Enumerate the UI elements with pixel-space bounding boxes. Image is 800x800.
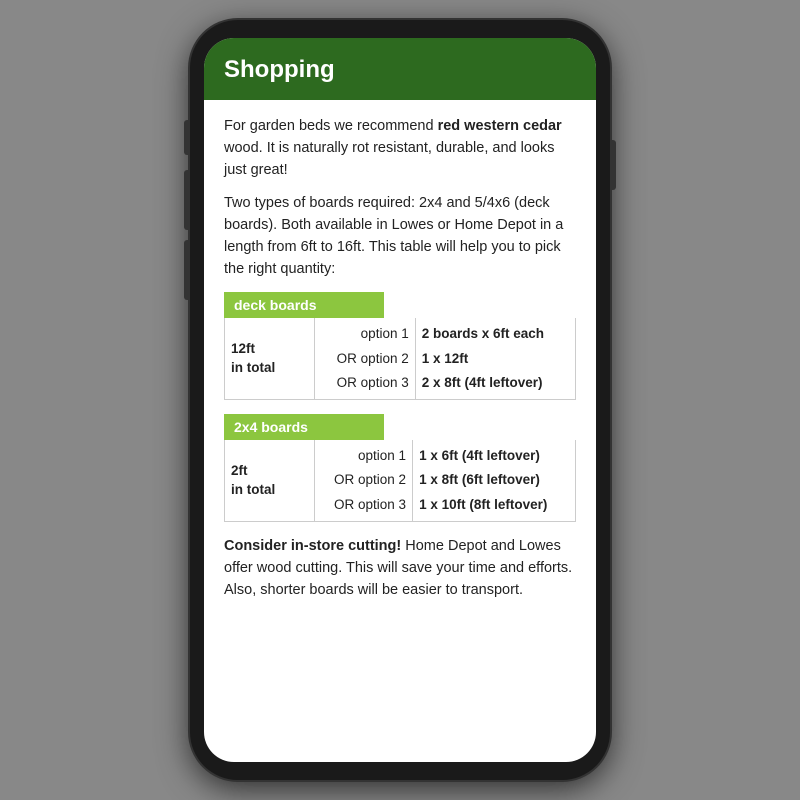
silent-button — [184, 120, 189, 155]
volume-down-button — [184, 240, 189, 300]
volume-up-button — [184, 170, 189, 230]
2x4-option1-value: 1 x 6ft (4ft leftover) — [419, 448, 540, 463]
intro-paragraph-1: For garden beds we recommend red western… — [224, 116, 576, 181]
2x4-boards-options: option 1 OR option 2 OR option 3 — [315, 440, 413, 521]
2x4-option2-label: OR option 2 — [334, 472, 406, 487]
deck-option3-label: OR option 3 — [337, 375, 409, 390]
2x4-option2-value: 1 x 8ft (6ft leftover) — [419, 472, 540, 487]
conclusion-paragraph: Consider in-store cutting! Home Depot an… — [224, 536, 576, 601]
2x4-option1-label: option 1 — [358, 448, 406, 463]
deck-boards-table: 12ft in total option 1 OR option 2 OR op… — [224, 318, 576, 400]
2x4-boards-section: 2x4 boards 2ft in total option 1 OR opti… — [224, 414, 576, 522]
intro-text-end: wood. It is naturally rot resistant, dur… — [224, 140, 554, 178]
content-body: For garden beds we recommend red western… — [204, 100, 596, 762]
power-button — [611, 140, 616, 190]
2x4-boards-values: 1 x 6ft (4ft leftover) 1 x 8ft (6ft left… — [413, 440, 576, 521]
deck-option1-value: 2 boards x 6ft each — [422, 326, 544, 341]
2x4-boards-header: 2x4 boards — [224, 414, 384, 440]
deck-option1-label: option 1 — [361, 326, 409, 341]
phone-frame: Shopping For garden beds we recommend re… — [190, 20, 610, 780]
content-scroll[interactable]: Shopping For garden beds we recommend re… — [204, 38, 596, 762]
deck-boards-section: deck boards 12ft in total option 1 OR op… — [224, 292, 576, 400]
deck-boards-values: 2 boards x 6ft each 1 x 12ft 2 x 8ft (4f… — [415, 318, 575, 399]
2x4-boards-label: 2ft in total — [225, 440, 315, 521]
deck-option2-value: 1 x 12ft — [422, 351, 469, 366]
2x4-option3-label: OR option 3 — [334, 497, 406, 512]
page-title: Shopping — [224, 56, 576, 84]
deck-boards-label: 12ft in total — [225, 318, 315, 399]
2x4-boards-row: 2ft in total option 1 OR option 2 OR opt… — [225, 440, 576, 521]
conclusion-bold: Consider in-store cutting! — [224, 538, 401, 554]
intro-text-start: For garden beds we recommend — [224, 118, 438, 134]
phone-screen: Shopping For garden beds we recommend re… — [204, 38, 596, 762]
intro-paragraph-2: Two types of boards required: 2x4 and 5/… — [224, 193, 576, 280]
deck-boards-row: 12ft in total option 1 OR option 2 OR op… — [225, 318, 576, 399]
deck-boards-options: option 1 OR option 2 OR option 3 — [315, 318, 416, 399]
page-header: Shopping — [204, 38, 596, 100]
deck-option3-value: 2 x 8ft (4ft leftover) — [422, 375, 543, 390]
deck-option2-label: OR option 2 — [337, 351, 409, 366]
intro-bold-wood: red western cedar — [438, 118, 562, 134]
2x4-option3-value: 1 x 10ft (8ft leftover) — [419, 497, 547, 512]
2x4-boards-table: 2ft in total option 1 OR option 2 OR opt… — [224, 440, 576, 522]
deck-boards-header: deck boards — [224, 292, 384, 318]
